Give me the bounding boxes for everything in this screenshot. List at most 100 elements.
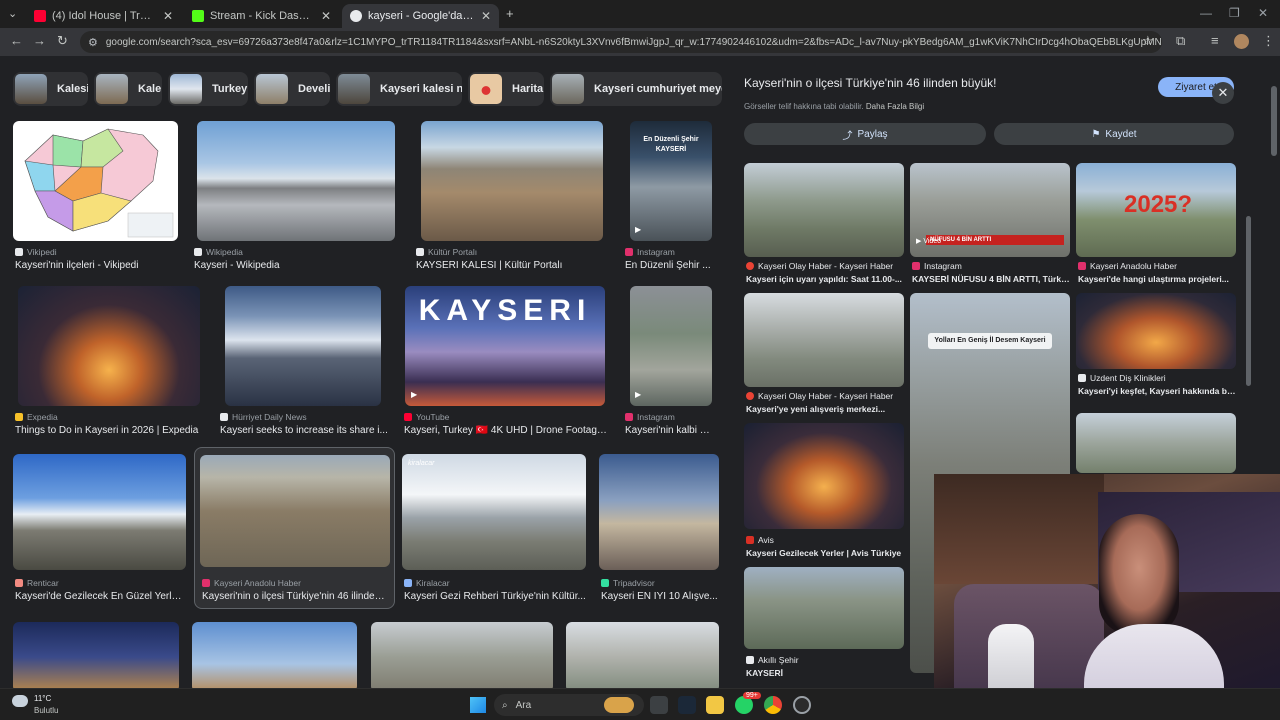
related-title[interactable]: Kayseri'de hangi ulaştırma projeleri... [1078,274,1236,284]
address-bar[interactable]: ⚙ google.com/search?sca_esv=69726a373e8f… [80,31,1162,53]
close-window-icon[interactable]: ✕ [1258,6,1268,20]
result-card[interactable]: Hürriyet Daily News Kayseri seeks to inc… [218,286,390,438]
file-explorer-icon[interactable] [706,696,724,714]
preview-title[interactable]: Kayseri'nin o ilçesi Türkiye'nin 46 ilin… [744,76,997,90]
result-image[interactable] [200,455,390,567]
extensions-icon[interactable]: ⧉ [1176,33,1185,49]
result-title[interactable]: Kayseri'de Gezilecek En Güzel Yerle... [15,591,185,602]
result-title[interactable]: En Düzenli Şehir ... [625,260,715,271]
related-card[interactable]: 2025? Kayseri Anadolu Haber Kayseri'de h… [1076,163,1236,288]
result-card[interactable] [192,622,358,688]
media-controls-icon[interactable]: ≡ [1211,33,1219,48]
result-card[interactable] [566,622,720,688]
tab-idol-house[interactable]: (4) Idol House | Training 01 | Da ✕ [26,4,181,28]
result-card[interactable]: Renticar Kayseri'de Gezilecek En Güzel Y… [13,454,188,604]
related-title[interactable]: Kayseri'ye yeni alışveriş merkezi... [746,404,904,414]
chip-turkey[interactable]: Turkey [168,72,248,106]
result-image[interactable]: En Düzenli Şehir KAYSERİ ▶ [630,121,712,241]
chrome-icon[interactable] [764,696,782,714]
related-title[interactable]: Kayseri Gezilecek Yerler | Avis Türkiye [746,548,904,558]
chip-kayseri-cumhuriyet-meydani[interactable]: Kayseri cumhuriyet meydanı [550,72,722,106]
chip-kayseri-kalesi-nin[interactable]: Kayseri kalesi nin [336,72,462,106]
tab-search-icon[interactable]: ⌄ [8,7,17,20]
result-card[interactable]: Wikipedia Kayseri - Wikipedia [192,121,396,271]
save-button[interactable]: ⚑ Kaydet [994,123,1234,145]
related-image[interactable]: 2025? [1076,163,1236,257]
result-title[interactable]: Kayseri, Turkey 🇹🇷 4K UHD | Drone Footag… [404,425,610,436]
close-tab-icon[interactable]: ✕ [163,9,173,23]
panel-scrollbar[interactable] [1246,96,1252,396]
site-info-icon[interactable]: ⚙ [88,36,98,49]
bookmark-star-icon[interactable]: ☆ [1142,33,1154,49]
related-title[interactable]: Kayseri için uyarı yapıldı: Saat 11.00-.… [746,274,904,284]
related-card[interactable]: Kayseri Olay Haber - Kayseri Haber Kayse… [744,293,904,418]
related-card[interactable]: Avis Kayseri Gezilecek Yerler | Avis Tür… [744,423,904,563]
weather-desc[interactable]: Bulutlu [34,706,58,715]
result-image[interactable]: kiralacar [402,454,586,570]
result-image[interactable] [566,622,719,688]
page-scrollbar-thumb[interactable] [1271,86,1277,156]
profile-avatar[interactable] [1234,34,1249,49]
reload-icon[interactable]: ↻ [57,33,68,49]
result-card[interactable] [371,622,554,688]
result-title[interactable]: KAYSERİ KALESİ | Kültür Portalı [416,260,610,271]
related-image[interactable] [744,567,904,649]
close-preview-button[interactable]: ✕ [1212,82,1234,104]
close-tab-icon[interactable]: ✕ [481,9,491,23]
related-image[interactable] [1076,413,1236,473]
result-image[interactable] [599,454,719,570]
result-card[interactable]: Vikipedi Kayseri'nin ilçeleri - Vikipedi [13,121,178,271]
related-card[interactable] [1076,413,1236,473]
related-card[interactable]: Uzdent Diş Klinikleri Kayseri'yi keşfet,… [1076,293,1236,408]
result-image[interactable] [197,121,395,241]
related-image[interactable] [1076,293,1236,369]
result-image[interactable] [225,286,381,406]
result-card[interactable]: Tripadvisor Kayseri EN İYİ 10 Alışve... [599,454,721,604]
result-title[interactable]: Kayseri Gezi Rehberi Türkiye'nin Kültür.… [404,591,588,602]
minimize-icon[interactable]: — [1200,6,1212,20]
related-title[interactable]: Kayseri'yi keşfet, Kayseri hakkında bilg… [1078,386,1236,396]
chip-kale[interactable]: Kale [94,72,162,106]
related-image[interactable] [744,163,904,257]
tab-google-search[interactable]: kayseri - Google'da Ara ✕ [342,4,499,28]
result-card[interactable]: kiralacar Kiralacar Kayseri Gezi Rehberi… [402,454,590,604]
obs-icon[interactable] [793,696,811,714]
related-card[interactable]: Akıllı Şehir KAYSERİ [744,567,904,678]
result-title[interactable]: Kayseri seeks to increase its share i... [220,425,390,436]
more-info-link[interactable]: Daha Fazla Bilgi [866,102,924,111]
chip-kalesi[interactable]: Kalesi [13,72,88,106]
related-title[interactable]: KAYSERİ NÜFUSU 4 BİN ARTTI, Türkiye... [912,274,1070,284]
share-button[interactable]: ⤴ Paylaş [744,123,986,145]
result-image[interactable] [13,622,179,688]
result-image[interactable] [421,121,603,241]
chip-harita[interactable]: Harita [468,72,544,106]
result-card-selected[interactable]: Kayseri Anadolu Haber Kayseri'nin o ilçe… [194,447,395,609]
related-card[interactable]: NÜFUSU 4 BİN ARTTI ▶ Video Instagram KAY… [910,163,1070,288]
result-title[interactable]: Kayseri EN İYİ 10 Alışve... [601,591,719,602]
result-image[interactable] [192,622,357,688]
menu-icon[interactable]: ⋮ [1262,33,1275,49]
back-icon[interactable]: ← [10,33,23,48]
weather-temp[interactable]: 11°C [34,694,51,703]
task-view-icon[interactable] [650,696,668,714]
related-image[interactable] [744,423,904,529]
result-title[interactable]: Kayseri'nin ilçeleri - Vikipedi [15,260,178,271]
related-title[interactable]: KAYSERİ [746,668,904,678]
result-title[interactable]: Kayseri'nin kalbi C... [625,425,715,436]
result-card[interactable]: ▶ Instagram Kayseri'nin kalbi C... [623,286,718,438]
result-card[interactable]: Kültür Portalı KAYSERİ KALESİ | Kültür P… [414,121,610,271]
related-image[interactable]: NÜFUSU 4 BİN ARTTI ▶ Video [910,163,1070,257]
new-tab-button[interactable]: + [506,6,514,21]
result-image[interactable] [371,622,553,688]
taskbar-search[interactable]: ⌕ Ara [494,694,644,716]
result-image[interactable]: ▶ [630,286,712,406]
result-card[interactable] [13,622,179,688]
result-image[interactable]: KAYSERI ▶ [405,286,605,406]
result-image[interactable] [13,454,186,570]
result-title[interactable]: Things to Do in Kayseri in 2026 | Expedi… [15,425,208,436]
result-title[interactable]: Kayseri'nin o ilçesi Türkiye'nin 46 ilin… [202,591,388,602]
panel-scrollbar-thumb[interactable] [1246,216,1251,386]
related-card[interactable]: Kayseri Olay Haber - Kayseri Haber Kayse… [744,163,904,288]
maximize-icon[interactable]: ❐ [1229,6,1240,20]
steam-icon[interactable] [678,696,696,714]
